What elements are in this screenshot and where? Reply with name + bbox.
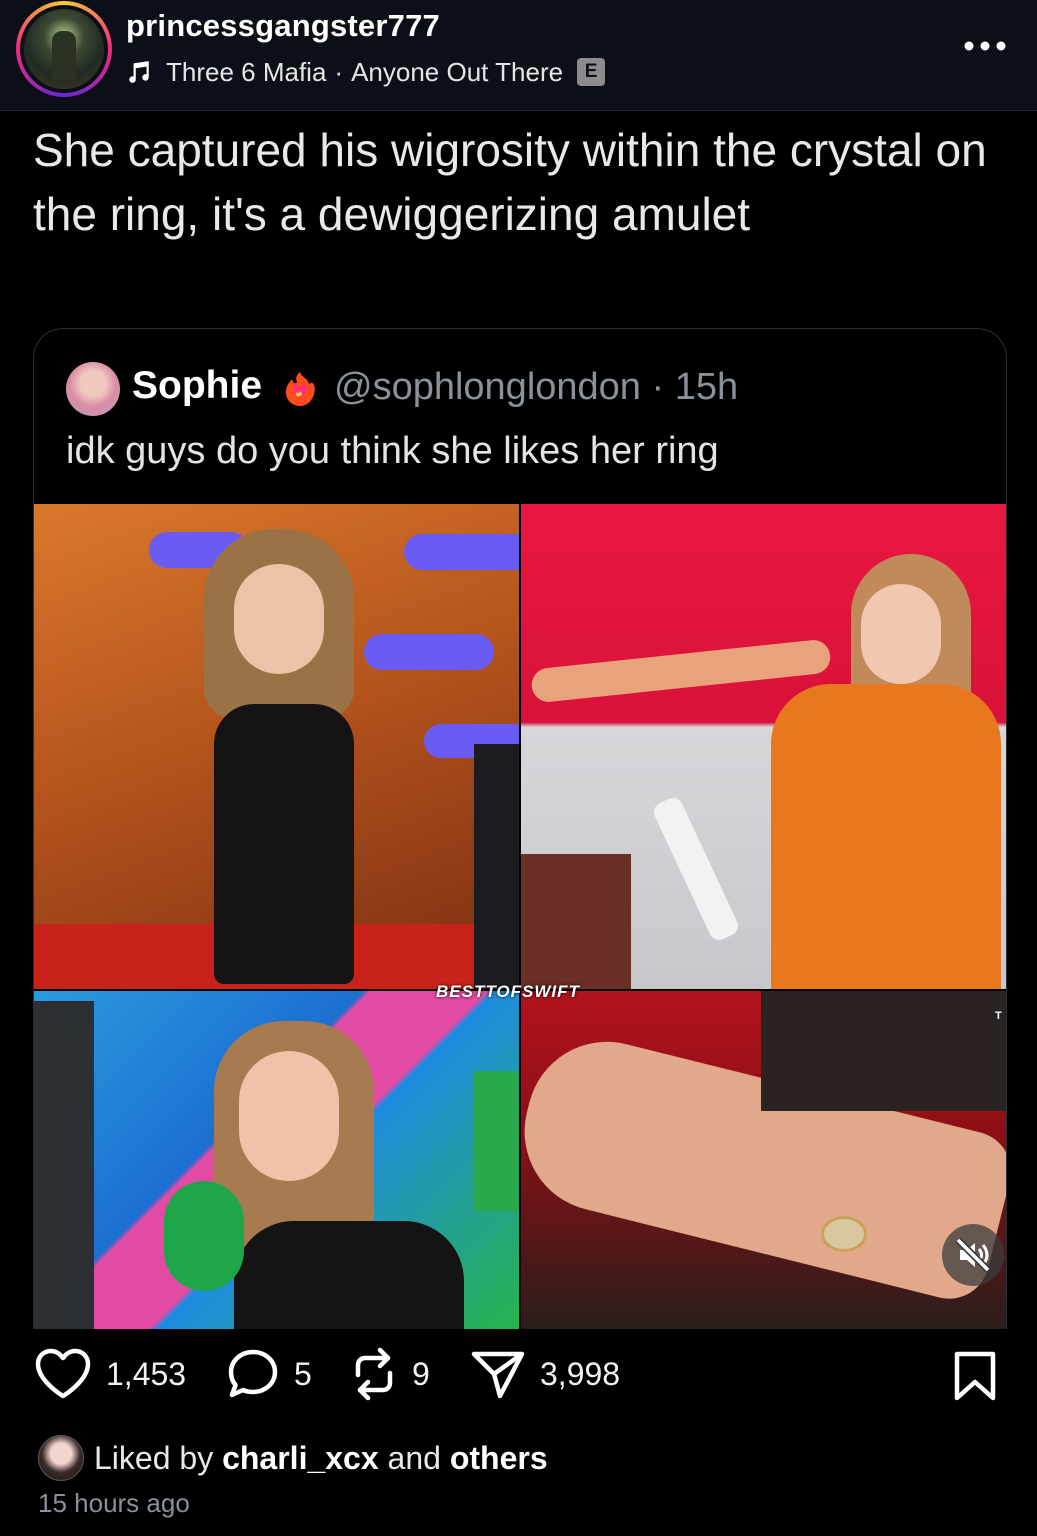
like-button[interactable]: 1,453 bbox=[34, 1344, 186, 1404]
liker-avatar bbox=[38, 1435, 84, 1481]
bookmark-icon[interactable] bbox=[952, 1350, 998, 1402]
repost-count: 9 bbox=[412, 1355, 430, 1392]
quoted-name: Sophie bbox=[132, 364, 263, 407]
comment-icon bbox=[228, 1349, 278, 1398]
liked-by-row[interactable]: Liked by charli_xcx and others bbox=[38, 1435, 548, 1481]
like-count: 1,453 bbox=[106, 1355, 187, 1392]
comment-count: 5 bbox=[294, 1355, 312, 1392]
quoted-text: idk guys do you think she likes her ring bbox=[66, 430, 719, 472]
photo-talk-show bbox=[34, 504, 519, 989]
music-artist: Three 6 Mafia bbox=[166, 56, 327, 87]
mute-button[interactable] bbox=[942, 1224, 1004, 1286]
liked-user[interactable]: charli_xcx bbox=[222, 1440, 379, 1477]
profile-avatar[interactable] bbox=[16, 1, 112, 97]
music-note-icon bbox=[129, 61, 149, 83]
avatar-image bbox=[24, 9, 104, 89]
heart-icon bbox=[35, 1348, 91, 1399]
comment-button[interactable]: 5 bbox=[226, 1344, 312, 1404]
action-bar: 1,453 5 9 3,998 bbox=[0, 1330, 1037, 1420]
fire-heart-icon bbox=[285, 372, 315, 406]
share-count: 3,998 bbox=[540, 1355, 621, 1392]
more-options-icon[interactable] bbox=[962, 38, 1008, 54]
liked-others[interactable]: others bbox=[450, 1440, 548, 1477]
speaker-muted-icon bbox=[955, 1237, 991, 1273]
post-caption: She captured his wigrosity within the cr… bbox=[33, 124, 987, 240]
repost-button[interactable]: 9 bbox=[350, 1344, 430, 1404]
media-collage[interactable]: BESTTOFSWIFT T bbox=[34, 504, 1006, 1329]
music-info[interactable]: Three 6 Mafia · Anyone Out There E bbox=[126, 55, 606, 89]
send-icon bbox=[471, 1351, 525, 1399]
photo-ring-closeup bbox=[521, 991, 1006, 1329]
explicit-badge: E bbox=[577, 58, 606, 86]
post-timestamp: 15 hours ago bbox=[38, 1488, 190, 1518]
corner-mark: T bbox=[995, 1010, 1002, 1022]
photo-radio-studio bbox=[521, 504, 1006, 989]
username[interactable]: princessgangster777 bbox=[126, 8, 440, 44]
quoted-post-card[interactable]: Sophie @sophlonglondon · 15h idk guys do… bbox=[33, 328, 1007, 1329]
collage-watermark: BESTTOFSWIFT bbox=[436, 982, 580, 1001]
photo-music-station bbox=[34, 991, 519, 1329]
quoted-handle-time: @sophlonglondon · 15h bbox=[334, 366, 739, 408]
repost-icon bbox=[355, 1347, 393, 1401]
music-song: Anyone Out There bbox=[351, 56, 564, 87]
quoted-avatar bbox=[66, 362, 120, 416]
liked-middle: and bbox=[387, 1439, 441, 1476]
post-header: princessgangster777 Three 6 Mafia · Anyo… bbox=[0, 0, 1037, 111]
share-button[interactable]: 3,998 bbox=[470, 1344, 620, 1404]
liked-prefix: Liked by bbox=[94, 1439, 214, 1476]
music-separator: · bbox=[334, 56, 344, 87]
